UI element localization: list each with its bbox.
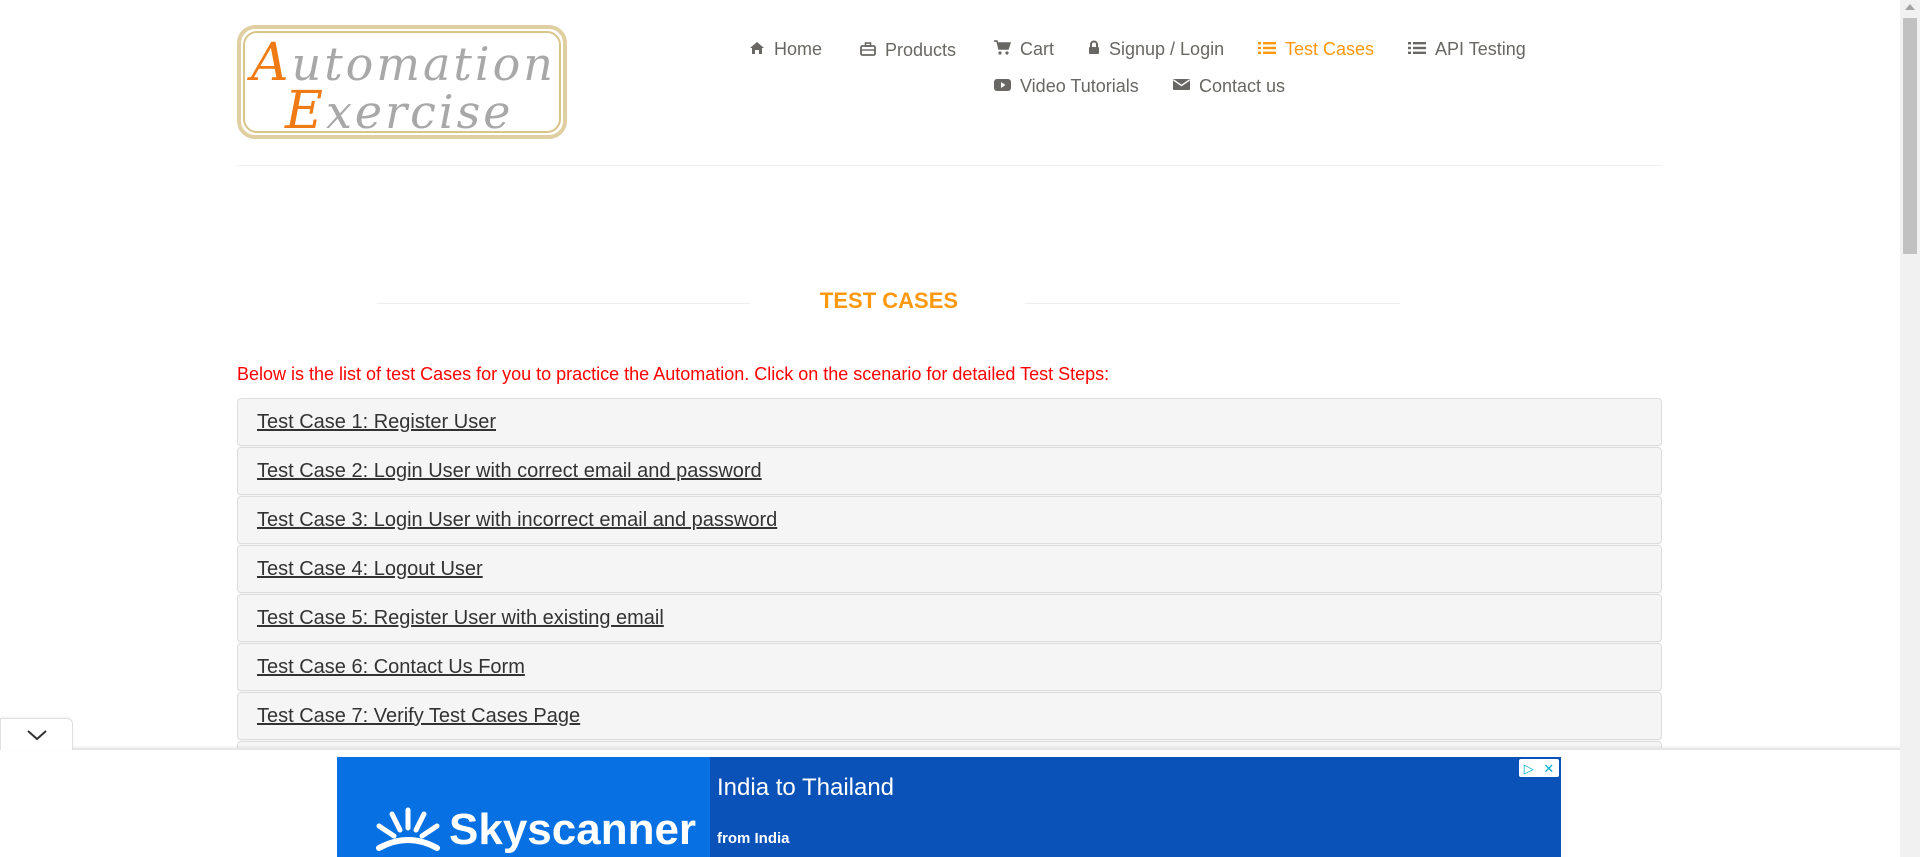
nav-products-label: Products [885,40,957,60]
youtube-play-icon [994,78,1011,96]
ad-subline: from India [717,830,790,847]
header-divider [237,165,1662,166]
test-case-link[interactable]: Test Case 1: Register User [257,411,496,434]
nav-contact-us[interactable]: Contact us [1173,76,1285,97]
adchoices-icon[interactable]: ▷ [1524,762,1534,775]
test-case-link[interactable]: Test Case 5: Register User with existing… [257,607,664,630]
vertical-scrollbar[interactable] [1900,0,1920,857]
test-case-link[interactable]: Test Case 7: Verify Test Cases Page [257,705,580,728]
skyscanner-sun-icon [376,807,440,851]
nav-cart-label: Cart [1020,39,1055,59]
ad-brand-panel: Skyscanner [337,757,710,857]
test-case-panel[interactable]: Test Case 4: Logout User [237,545,1662,593]
title-line-left [377,303,750,304]
test-case-link[interactable]: Test Case 2: Login User with correct ema… [257,460,762,483]
lock-icon [1088,40,1100,59]
intro-text: Below is the list of test Cases for you … [237,364,1110,384]
nav-video-tutorials[interactable]: Video Tutorials [994,76,1139,97]
test-case-panel[interactable]: Test Case 1: Register User [237,398,1662,446]
test-case-panel[interactable]: Test Case 6: Contact Us Form [237,643,1662,691]
nav-contact-us-label: Contact us [1199,76,1286,96]
chevron-down-icon [27,730,47,741]
test-case-panel[interactable]: Test Case 2: Login User with correct ema… [237,447,1662,495]
list-icon [1408,41,1426,59]
test-case-link[interactable]: Test Case 6: Contact Us Form [257,656,525,679]
title-line-right [1025,303,1400,304]
nav-cart[interactable]: Cart [994,39,1054,60]
ad-brand: Skyscanner [373,805,696,855]
test-case-panel[interactable]: Test Case 5: Register User with existing… [237,594,1662,642]
logo-cap-2: E [285,81,326,139]
close-icon[interactable]: ✕ [1543,762,1554,775]
test-case-panel[interactable]: Test Case 3: Login User with incorrect e… [237,496,1662,544]
page-title: TEST CASES [819,288,959,313]
nav-products[interactable]: Products [860,40,956,61]
logo-line-2: Exercise [285,81,514,139]
test-case-panel[interactable]: Test Case 7: Verify Test Cases Page [237,692,1662,740]
logo-text-2: xercise [325,85,514,139]
nav-home-label: Home [774,39,823,59]
briefcase-icon [860,41,876,60]
nav-api-testing-label: API Testing [1435,39,1526,59]
ad-collapse-button[interactable] [0,718,73,750]
ad-banner[interactable]: Skyscanner India to Thailand from India … [337,757,1561,857]
list-icon [1258,41,1276,59]
scroll-up-arrow-icon[interactable] [1905,4,1915,10]
site-logo[interactable]: Automation Exercise [237,25,567,139]
test-case-link[interactable]: Test Case 4: Logout User [257,558,483,581]
envelope-icon [1173,78,1190,95]
nav-signup-login[interactable]: Signup / Login [1088,39,1224,60]
nav-video-tutorials-label: Video Tutorials [1020,76,1139,96]
nav-api-testing[interactable]: API Testing [1408,39,1526,60]
ad-headline: India to Thailand [717,774,895,801]
ad-badge[interactable]: ▷ ✕ [1519,759,1559,777]
scrollbar-thumb[interactable] [1903,18,1917,254]
nav-home[interactable]: Home [749,39,822,60]
ad-divider [0,748,1900,750]
test-case-link[interactable]: Test Case 3: Login User with incorrect e… [257,509,777,532]
nav-signup-login-label: Signup / Login [1109,39,1225,59]
home-icon [749,41,765,59]
nav-test-cases-label: Test Cases [1285,39,1375,59]
nav-test-cases[interactable]: Test Cases [1258,39,1374,60]
ad-brand-name: Skyscanner [449,805,697,854]
cart-icon [994,40,1012,59]
